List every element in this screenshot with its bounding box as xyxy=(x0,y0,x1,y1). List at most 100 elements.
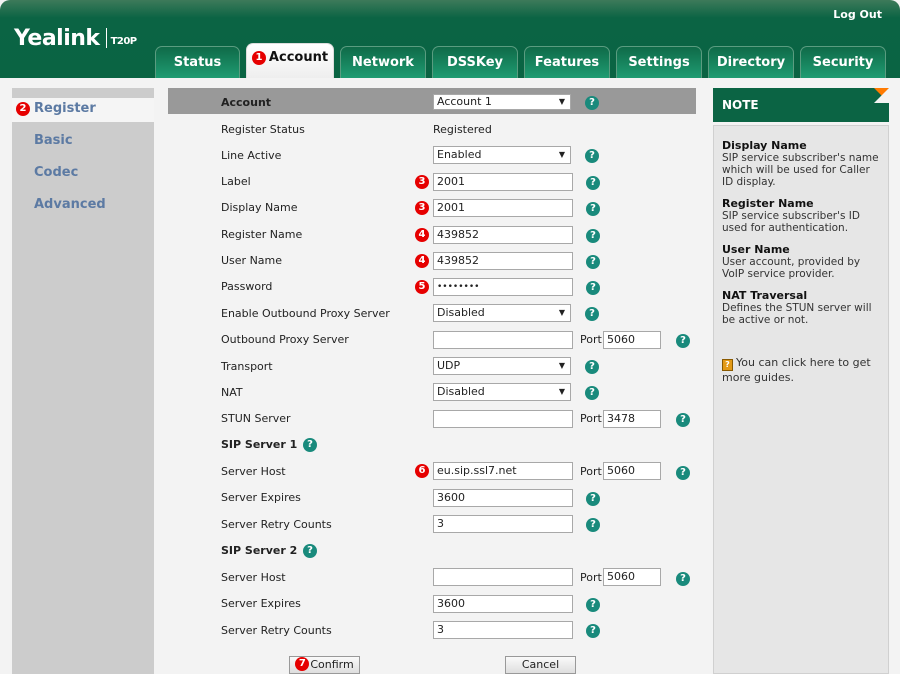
help-icon[interactable]: ? xyxy=(585,386,599,400)
help-icon[interactable]: ? xyxy=(586,598,600,612)
help-icon[interactable]: ? xyxy=(586,229,600,243)
sip2-expires-input[interactable]: 3600 xyxy=(433,595,573,613)
sip-server-2-heading: SIP Server 2 ? xyxy=(160,538,708,564)
tab-label: Settings xyxy=(628,55,690,70)
help-icon[interactable]: ? xyxy=(585,307,599,321)
section-title: SIP Server 1 xyxy=(221,438,298,451)
note-panel: NOTE Display Name SIP service subscriber'… xyxy=(713,88,889,674)
sidebar-item-advanced[interactable]: Advanced xyxy=(12,194,154,226)
note-item-title: Register Name xyxy=(722,197,814,210)
step-badge: 2 xyxy=(16,102,30,116)
tab-status[interactable]: Status xyxy=(155,46,240,78)
help-icon[interactable]: ? xyxy=(586,492,600,506)
field-label: Server Retry Counts xyxy=(221,518,332,531)
help-icon[interactable]: ? xyxy=(586,518,600,532)
step-badge: 5 xyxy=(415,280,429,294)
sip2-retry-row: Server Retry Counts 3 ? xyxy=(160,618,708,644)
line-active-row: Line Active Enabled ? xyxy=(160,143,708,169)
guide-book-icon: ? xyxy=(722,359,733,371)
help-icon[interactable]: ? xyxy=(676,466,690,480)
password-input[interactable]: •••••••• xyxy=(433,278,573,296)
help-icon[interactable]: ? xyxy=(676,413,690,427)
field-label: Server Host xyxy=(221,465,286,478)
tab-label: Account xyxy=(268,50,329,65)
help-icon[interactable]: ? xyxy=(303,544,317,558)
help-icon[interactable]: ? xyxy=(303,438,317,452)
field-label: Account xyxy=(221,96,272,109)
port-label: Port xyxy=(580,333,602,346)
help-icon[interactable]: ? xyxy=(676,572,690,586)
help-icon[interactable]: ? xyxy=(585,96,599,110)
help-icon[interactable]: ? xyxy=(586,281,600,295)
sip2-port-input[interactable]: 5060 xyxy=(603,568,661,586)
step-badge: 3 xyxy=(415,175,429,189)
field-label: User Name xyxy=(221,254,283,267)
sidebar-item-register[interactable]: 2 Register xyxy=(12,98,154,122)
user-name-input[interactable]: 439852 xyxy=(433,252,573,270)
field-label: Server Host xyxy=(221,571,286,584)
sip2-host-row: Server Host Port 5060 ? xyxy=(160,565,708,591)
sidebar-item-codec[interactable]: Codec xyxy=(12,162,154,194)
tab-label: Features xyxy=(534,55,600,70)
line-active-select[interactable]: Enabled xyxy=(433,146,571,164)
tab-settings[interactable]: Settings xyxy=(616,46,702,78)
field-label: Line Active xyxy=(221,149,282,162)
brand-name: Yealink xyxy=(14,26,100,51)
help-icon[interactable]: ? xyxy=(676,334,690,348)
help-icon[interactable]: ? xyxy=(586,255,600,269)
transport-select[interactable]: UDP xyxy=(433,357,571,375)
confirm-button[interactable]: 7 Confirm xyxy=(289,656,360,674)
display-name-input[interactable]: 2001 xyxy=(433,199,573,217)
tab-account[interactable]: 1 Account xyxy=(246,43,334,78)
register-name-row: Register Name 4 439852 ? xyxy=(160,222,708,248)
enable-outbound-select[interactable]: Disabled xyxy=(433,304,571,322)
register-name-input[interactable]: 439852 xyxy=(433,226,573,244)
note-item-text: SIP service subscriber's name which will… xyxy=(722,152,879,188)
outbound-proxy-port-input[interactable]: 5060 xyxy=(603,331,661,349)
help-icon[interactable]: ? xyxy=(585,149,599,163)
note-item: Display Name SIP service subscriber's nam… xyxy=(722,139,880,189)
sip2-host-input[interactable] xyxy=(433,568,573,586)
stun-server-input[interactable] xyxy=(433,410,573,428)
sip1-host-input[interactable]: eu.sip.ssl7.net xyxy=(433,462,573,480)
port-label: Port xyxy=(580,465,602,478)
label-input[interactable]: 2001 xyxy=(433,173,573,191)
tab-network[interactable]: Network xyxy=(340,46,426,78)
display-name-row: Display Name 3 2001 ? xyxy=(160,195,708,221)
note-item-title: NAT Traversal xyxy=(722,289,808,302)
note-item-text: Defines the STUN server will be active o… xyxy=(722,302,872,326)
sip2-retry-input[interactable]: 3 xyxy=(433,621,573,639)
help-icon[interactable]: ? xyxy=(586,176,600,190)
step-badge: 3 xyxy=(415,201,429,215)
note-item-title: Display Name xyxy=(722,139,807,152)
cancel-button[interactable]: Cancel xyxy=(505,656,576,674)
sip1-retry-input[interactable]: 3 xyxy=(433,515,573,533)
outbound-proxy-input[interactable] xyxy=(433,331,573,349)
outbound-proxy-row: Outbound Proxy Server Port 5060 ? xyxy=(160,327,708,353)
tab-directory[interactable]: Directory xyxy=(708,46,794,78)
stun-server-row: STUN Server Port 3478 ? xyxy=(160,406,708,432)
tab-dsskey[interactable]: DSSKey xyxy=(432,46,518,78)
field-label: Enable Outbound Proxy Server xyxy=(221,307,390,320)
help-icon[interactable]: ? xyxy=(586,624,600,638)
help-icon[interactable]: ? xyxy=(586,202,600,216)
help-icon[interactable]: ? xyxy=(585,360,599,374)
guide-text: You can click here to get more guides. xyxy=(722,356,871,384)
sidebar-item-basic[interactable]: Basic xyxy=(12,130,154,162)
guide-link[interactable]: ? You can click here to get more guides. xyxy=(722,356,880,385)
stun-port-input[interactable]: 3478 xyxy=(603,410,661,428)
account-select[interactable]: Account 1 xyxy=(433,94,571,110)
sidebar-item-label: Codec xyxy=(34,165,79,180)
field-label: Label xyxy=(221,175,251,188)
tab-security[interactable]: Security xyxy=(800,46,886,78)
sidebar-item-label: Basic xyxy=(34,133,73,148)
tab-features[interactable]: Features xyxy=(524,46,610,78)
confirm-label: Confirm xyxy=(310,658,354,671)
nat-select[interactable]: Disabled xyxy=(433,383,571,401)
page-fold-icon xyxy=(874,88,889,103)
sidebar-item-label: Register xyxy=(34,101,96,116)
logout-link[interactable]: Log Out xyxy=(833,8,882,21)
user-name-row: User Name 4 439852 ? xyxy=(160,248,708,274)
sip1-port-input[interactable]: 5060 xyxy=(603,462,661,480)
sip1-expires-input[interactable]: 3600 xyxy=(433,489,573,507)
